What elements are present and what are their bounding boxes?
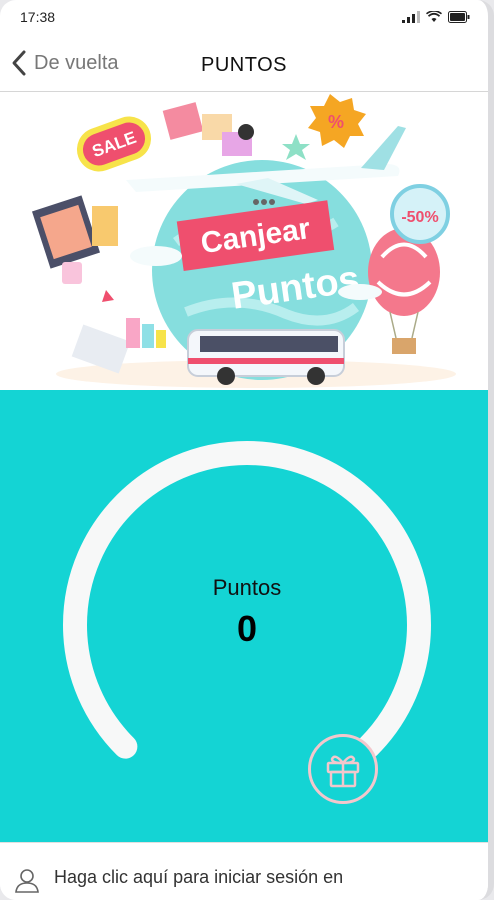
status-icons xyxy=(402,11,470,23)
user-icon xyxy=(15,869,39,893)
gift-icon xyxy=(326,755,360,788)
banner-illustration: SALE % Canjear Puntos -50% xyxy=(32,94,456,388)
shopping-items-illustration xyxy=(71,290,166,374)
login-prompt-text: Haga clic aquí para iniciar sesión en xyxy=(54,867,344,887)
svg-text:-50%: -50% xyxy=(401,209,438,226)
points-value: 0 xyxy=(236,608,258,649)
percent-badge: % xyxy=(308,94,366,148)
sale-tag: SALE xyxy=(76,116,152,172)
battery-icon xyxy=(448,11,470,23)
navigation-bar: De vuelta PUNTOS xyxy=(0,34,488,92)
discount-badge: -50% xyxy=(390,184,450,244)
status-time: 17:38 xyxy=(20,9,56,25)
signal-icon xyxy=(402,11,420,23)
laptop-illustration xyxy=(32,195,118,284)
gift-boxes-illustration xyxy=(162,102,254,156)
status-bar: 17:38 xyxy=(0,0,488,34)
redeem-points-banner[interactable]: SALE % Canjear Puntos -50% xyxy=(6,92,488,390)
points-label: Puntos xyxy=(212,575,282,600)
phone-screen: 17:38 De vuelta PUNTOS SALE % Canjear Pu… xyxy=(0,0,494,900)
wifi-icon xyxy=(426,11,442,22)
redeem-gift-button[interactable] xyxy=(308,734,378,804)
bus-icon xyxy=(187,329,345,385)
points-panel: Puntos 0 xyxy=(0,390,488,842)
login-prompt[interactable]: Haga clic aquí para iniciar sesión en xyxy=(0,842,488,900)
svg-text:%: % xyxy=(328,112,344,132)
page-title: PUNTOS xyxy=(201,54,287,76)
